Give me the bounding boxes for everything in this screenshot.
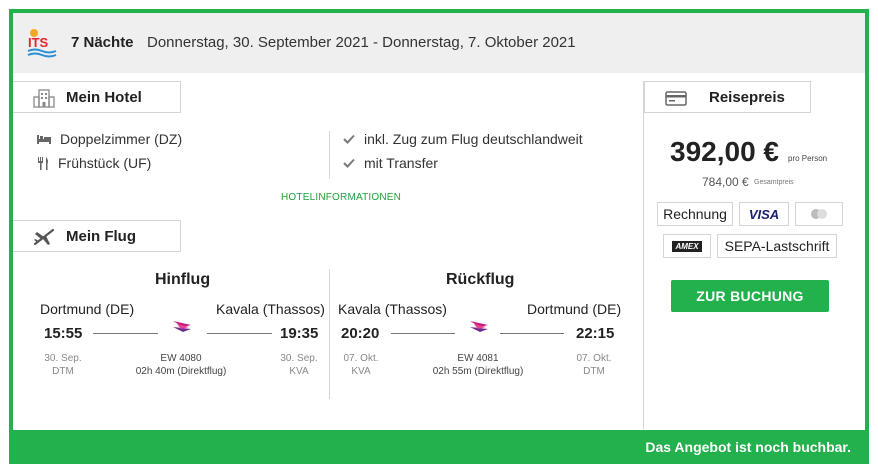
price-section-header: Reisepreis	[644, 81, 811, 113]
payment-amex: AMEX	[663, 234, 711, 258]
return-from-city: Kavala (Thassos)	[338, 301, 447, 317]
payment-sepa: SEPA-Lastschrift	[717, 234, 837, 258]
outbound-duration: 02h 40m (Direktflug)	[135, 366, 227, 377]
book-button[interactable]: ZUR BUCHUNG	[671, 280, 829, 312]
extra-train-label: inkl. Zug zum Flug deutschlandweit	[364, 131, 583, 147]
return-dep-date: 07. Okt.	[343, 353, 379, 364]
outbound-arr-time: 19:35	[280, 325, 319, 342]
visa-logo-icon: VISA	[748, 206, 780, 222]
logo-text: ITS	[28, 35, 49, 50]
offer-card: ITS 7 Nächte Donnerstag, 30. September 2…	[9, 9, 869, 464]
return-to-city: Dortmund (DE)	[527, 301, 622, 317]
outbound-from-city: Dortmund (DE)	[40, 301, 135, 317]
outbound-dep-time: 15:55	[44, 325, 83, 342]
hotel-tab-label: Mein Hotel	[66, 89, 142, 106]
check-icon	[343, 134, 355, 144]
price-total: 784,00 €	[702, 175, 749, 189]
price-per-person: 392,00 €	[670, 136, 779, 167]
total-price-label: Gesamtpreis	[754, 179, 794, 186]
per-person-label: pro Person	[788, 154, 828, 163]
nights-count: 7 Nächte	[71, 34, 134, 51]
mastercard-logo-icon	[811, 209, 827, 219]
hotel-building-icon	[33, 89, 55, 108]
flight-section-header: Mein Flug	[13, 220, 181, 252]
credit-card-icon	[665, 91, 687, 106]
price-tab-label: Reisepreis	[709, 89, 785, 106]
extra-transfer: mit Transfer	[343, 155, 438, 171]
flight-divider	[329, 269, 330, 399]
return-dep-code: KVA	[351, 366, 371, 377]
outbound-to-city: Kavala (Thassos)	[216, 301, 325, 317]
outbound-title: Hinflug	[155, 271, 211, 288]
outbound-dep-info: 30. Sep. DTM	[35, 352, 91, 378]
outbound-arr-date: 30. Sep.	[280, 353, 318, 364]
bed-icon	[37, 135, 51, 144]
return-route-line-2	[500, 333, 564, 334]
return-arr-date: 07. Okt.	[576, 353, 612, 364]
room-type: Doppelzimmer (DZ)	[37, 131, 182, 147]
header-bar: ITS 7 Nächte Donnerstag, 30. September 2…	[13, 13, 865, 73]
board-type: Frühstück (UF)	[37, 155, 151, 171]
hotel-section-header: Mein Hotel	[13, 81, 181, 113]
payment-invoice: Rechnung	[657, 202, 733, 226]
payment-mastercard	[795, 202, 843, 226]
eurowings-logo-icon	[470, 321, 488, 332]
hotel-info-link[interactable]: HOTELINFORMATIONEN	[281, 192, 401, 203]
status-bar: Das Angebot ist noch buchbar.	[13, 430, 865, 460]
payment-sepa-label: SEPA-Lastschrift	[724, 238, 830, 254]
return-arr-code: DTM	[583, 366, 605, 377]
return-route-line	[391, 333, 455, 334]
return-flight-info: EW 4081 02h 55m (Direktflug)	[418, 352, 538, 378]
hotel-divider	[329, 131, 330, 179]
price-panel-divider	[643, 81, 644, 429]
availability-status: Das Angebot ist noch buchbar.	[645, 439, 851, 455]
extra-transfer-label: mit Transfer	[364, 155, 438, 171]
extra-train: inkl. Zug zum Flug deutschlandweit	[343, 131, 583, 147]
room-type-label: Doppelzimmer (DZ)	[60, 131, 183, 147]
return-dep-info: 07. Okt. KVA	[333, 352, 389, 378]
travel-dates: Donnerstag, 30. September 2021 - Donners…	[147, 34, 576, 51]
outbound-route-line-2	[207, 333, 272, 334]
payment-visa: VISA	[739, 202, 789, 226]
cutlery-icon	[38, 156, 48, 170]
outbound-arr-code: KVA	[289, 366, 309, 377]
outbound-arr-info: 30. Sep. KVA	[271, 352, 327, 378]
its-logo-icon: ITS	[27, 29, 57, 58]
return-dep-time: 20:20	[341, 325, 380, 342]
outbound-flight-info: EW 4080 02h 40m (Direktflug)	[121, 352, 241, 378]
return-title: Rückflug	[446, 271, 515, 288]
return-duration: 02h 55m (Direktflug)	[432, 366, 524, 377]
outbound-route-line	[93, 333, 158, 334]
outbound-dep-code: DTM	[52, 366, 74, 377]
outbound-dep-date: 30. Sep.	[44, 353, 82, 364]
flight-tab-label: Mein Flug	[66, 228, 136, 245]
amex-logo-icon: AMEX	[672, 240, 702, 252]
outbound-flight-no: EW 4080	[160, 353, 202, 364]
board-type-label: Frühstück (UF)	[58, 155, 152, 171]
airplane-icon	[33, 228, 55, 246]
payment-invoice-label: Rechnung	[663, 206, 727, 222]
check-icon	[343, 158, 355, 168]
return-flight-no: EW 4081	[457, 353, 499, 364]
eurowings-logo-icon	[173, 321, 191, 332]
return-arr-info: 07. Okt. DTM	[566, 352, 622, 378]
return-arr-time: 22:15	[576, 325, 615, 342]
